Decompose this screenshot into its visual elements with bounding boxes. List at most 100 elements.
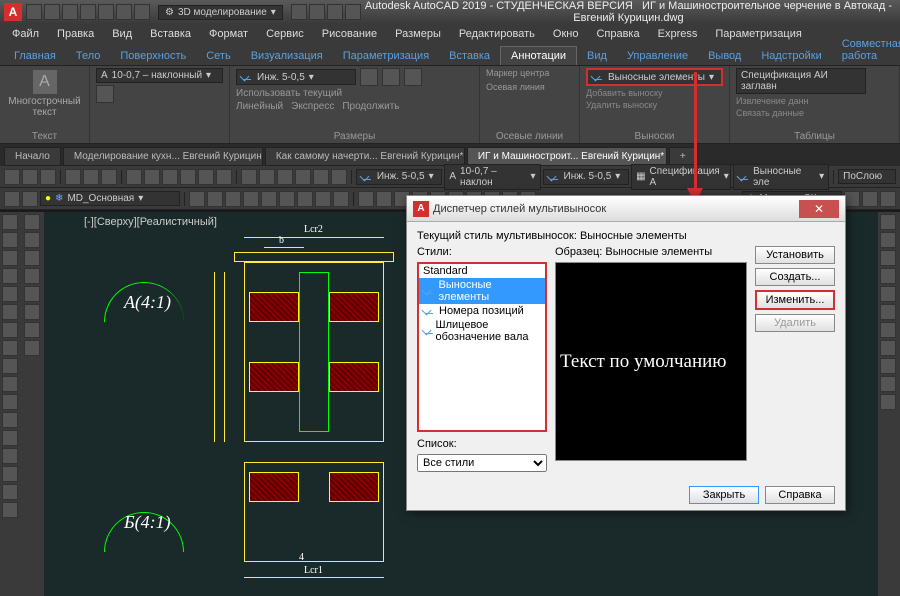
- list-filter-select[interactable]: Все стили: [417, 454, 547, 472]
- rt-1-icon[interactable]: [880, 214, 896, 230]
- list-item-shlic[interactable]: Шлицевое обозначение вала: [419, 318, 545, 344]
- text-style-dropdown[interactable]: A 10-0,7 – наклонный ▾: [96, 68, 223, 83]
- ribbon-tab-visualize[interactable]: Визуализация: [241, 47, 333, 65]
- qat-extra1-icon[interactable]: [309, 4, 325, 20]
- tb-layerprop-icon[interactable]: [22, 191, 38, 207]
- tb-misc6-icon[interactable]: [279, 191, 295, 207]
- tb-dim2-icon[interactable]: [376, 191, 392, 207]
- tb-new-icon[interactable]: [4, 169, 20, 185]
- list-item-standard[interactable]: Standard: [419, 264, 545, 278]
- tb-rect-icon[interactable]: [180, 169, 196, 185]
- tb-dim1-icon[interactable]: [358, 191, 374, 207]
- lt-pline-icon[interactable]: [2, 232, 18, 248]
- lt2-6-icon[interactable]: [24, 304, 40, 320]
- close-button[interactable]: Закрыть: [689, 486, 759, 504]
- add-leader-button[interactable]: Добавить выноску: [586, 88, 663, 98]
- tb-polyline-icon[interactable]: [198, 169, 214, 185]
- menu-help[interactable]: Справка: [588, 26, 647, 42]
- lt2-2-icon[interactable]: [24, 232, 40, 248]
- menu-tools[interactable]: Сервис: [258, 26, 312, 42]
- ribbon-tab-output[interactable]: Вывод: [698, 47, 751, 65]
- ribbon-tab-view[interactable]: Вид: [577, 47, 617, 65]
- app-logo-icon[interactable]: A: [4, 3, 22, 21]
- tb-misc3-icon[interactable]: [225, 191, 241, 207]
- tb-misc2-icon[interactable]: [207, 191, 223, 207]
- tb-open-icon[interactable]: [22, 169, 38, 185]
- tb-leaderstyle-dropdown[interactable]: Выносные эле▾: [733, 164, 829, 190]
- menu-view[interactable]: Вид: [104, 26, 140, 42]
- menu-file[interactable]: Файл: [4, 26, 47, 42]
- remove-leader-button[interactable]: Удалить выноску: [586, 100, 657, 110]
- menu-window[interactable]: Окно: [545, 26, 587, 42]
- layer-dropdown[interactable]: ● ❄ MD_Основная ▾: [40, 191, 180, 206]
- lt-copy-icon[interactable]: [2, 412, 18, 428]
- lt-fillet-icon[interactable]: [2, 502, 18, 518]
- tb-copy2-icon[interactable]: [259, 169, 275, 185]
- file-tab-start[interactable]: Начало: [4, 147, 61, 166]
- dim-linear-button[interactable]: Линейный: [236, 101, 283, 112]
- menu-dimension[interactable]: Размеры: [387, 26, 449, 42]
- set-current-button[interactable]: Установить: [755, 246, 835, 264]
- lt-line-icon[interactable]: [2, 214, 18, 230]
- rt-8-icon[interactable]: [880, 340, 896, 356]
- menu-express[interactable]: Express: [650, 26, 706, 42]
- rt-3-icon[interactable]: [880, 250, 896, 266]
- lt-text-icon[interactable]: [2, 340, 18, 356]
- tb-misc5-icon[interactable]: [261, 191, 277, 207]
- tb-scale-icon[interactable]: [313, 169, 329, 185]
- qat-undo-icon[interactable]: [116, 4, 132, 20]
- menu-modify[interactable]: Редактировать: [451, 26, 543, 42]
- lt-hatch-icon[interactable]: [2, 322, 18, 338]
- tb-move-icon[interactable]: [241, 169, 257, 185]
- new-button[interactable]: Создать...: [755, 268, 835, 286]
- tb-misc4-icon[interactable]: [243, 191, 259, 207]
- file-tab-2[interactable]: Как самому начерти... Евгений Курицин*×: [265, 147, 465, 166]
- lt-extend-icon[interactable]: [2, 484, 18, 500]
- menu-edit[interactable]: Правка: [49, 26, 102, 42]
- ribbon-tab-surface[interactable]: Поверхность: [110, 47, 196, 65]
- link-data-button[interactable]: Связать данные: [736, 108, 804, 118]
- tb-line-icon[interactable]: [126, 169, 142, 185]
- rt-5-icon[interactable]: [880, 286, 896, 302]
- ribbon-tab-addins[interactable]: Надстройки: [751, 47, 831, 65]
- lt2-7-icon[interactable]: [24, 322, 40, 338]
- ribbon-tab-home[interactable]: Главная: [4, 47, 66, 65]
- find-text-button[interactable]: [96, 85, 114, 103]
- tb-dimstyle1-dropdown[interactable]: Инж. 5-0,5▾: [356, 169, 443, 185]
- rt-9-icon[interactable]: [880, 358, 896, 374]
- lt2-5-icon[interactable]: [24, 286, 40, 302]
- tb-arc-icon[interactable]: [162, 169, 178, 185]
- menu-insert[interactable]: Вставка: [142, 26, 199, 42]
- ribbon-tab-collab[interactable]: Совместная работа: [832, 35, 900, 65]
- tb-misc1-icon[interactable]: [189, 191, 205, 207]
- lt-trim-icon[interactable]: [2, 466, 18, 482]
- view-label[interactable]: [-][Сверху][Реалистичный]: [84, 216, 217, 228]
- qat-save-icon[interactable]: [62, 4, 78, 20]
- tb-ucs3-icon[interactable]: [880, 191, 896, 207]
- rt-7-icon[interactable]: [880, 322, 896, 338]
- dialog-titlebar[interactable]: A Диспетчер стилей мультивыносок ✕: [407, 196, 845, 222]
- rt-6-icon[interactable]: [880, 304, 896, 320]
- tb-trim-icon[interactable]: [331, 169, 347, 185]
- lt-ellipse-icon[interactable]: [2, 304, 18, 320]
- menu-format[interactable]: Формат: [201, 26, 256, 42]
- styles-listbox[interactable]: Standard Выносные элементы Номера позици…: [417, 262, 547, 432]
- tb-circle-icon[interactable]: [144, 169, 160, 185]
- tb-dimstyle3-dropdown[interactable]: Инж. 5-0,5▾: [543, 169, 630, 185]
- tb-paste-icon[interactable]: [101, 169, 117, 185]
- qat-redo-icon[interactable]: [134, 4, 150, 20]
- lt2-8-icon[interactable]: [24, 340, 40, 356]
- tb-copy-icon[interactable]: [83, 169, 99, 185]
- tb-ucs1-icon[interactable]: [844, 191, 860, 207]
- workspace-selector[interactable]: ⚙ 3D моделирование ▾: [158, 5, 283, 20]
- dim-express-button[interactable]: Экспресс: [291, 101, 334, 112]
- qat-extra3-icon[interactable]: [345, 4, 361, 20]
- ribbon-tab-manage[interactable]: Управление: [617, 47, 698, 65]
- qat-saveas-icon[interactable]: [80, 4, 96, 20]
- qat-extra2-icon[interactable]: [327, 4, 343, 20]
- tb-mirror-icon[interactable]: [295, 169, 311, 185]
- dim-tool1-button[interactable]: [360, 68, 378, 86]
- leader-style-dropdown[interactable]: Выносные элементы ▾: [586, 68, 723, 86]
- dim-continue-button[interactable]: Продолжить: [342, 101, 399, 112]
- lt-dim-icon[interactable]: [2, 358, 18, 374]
